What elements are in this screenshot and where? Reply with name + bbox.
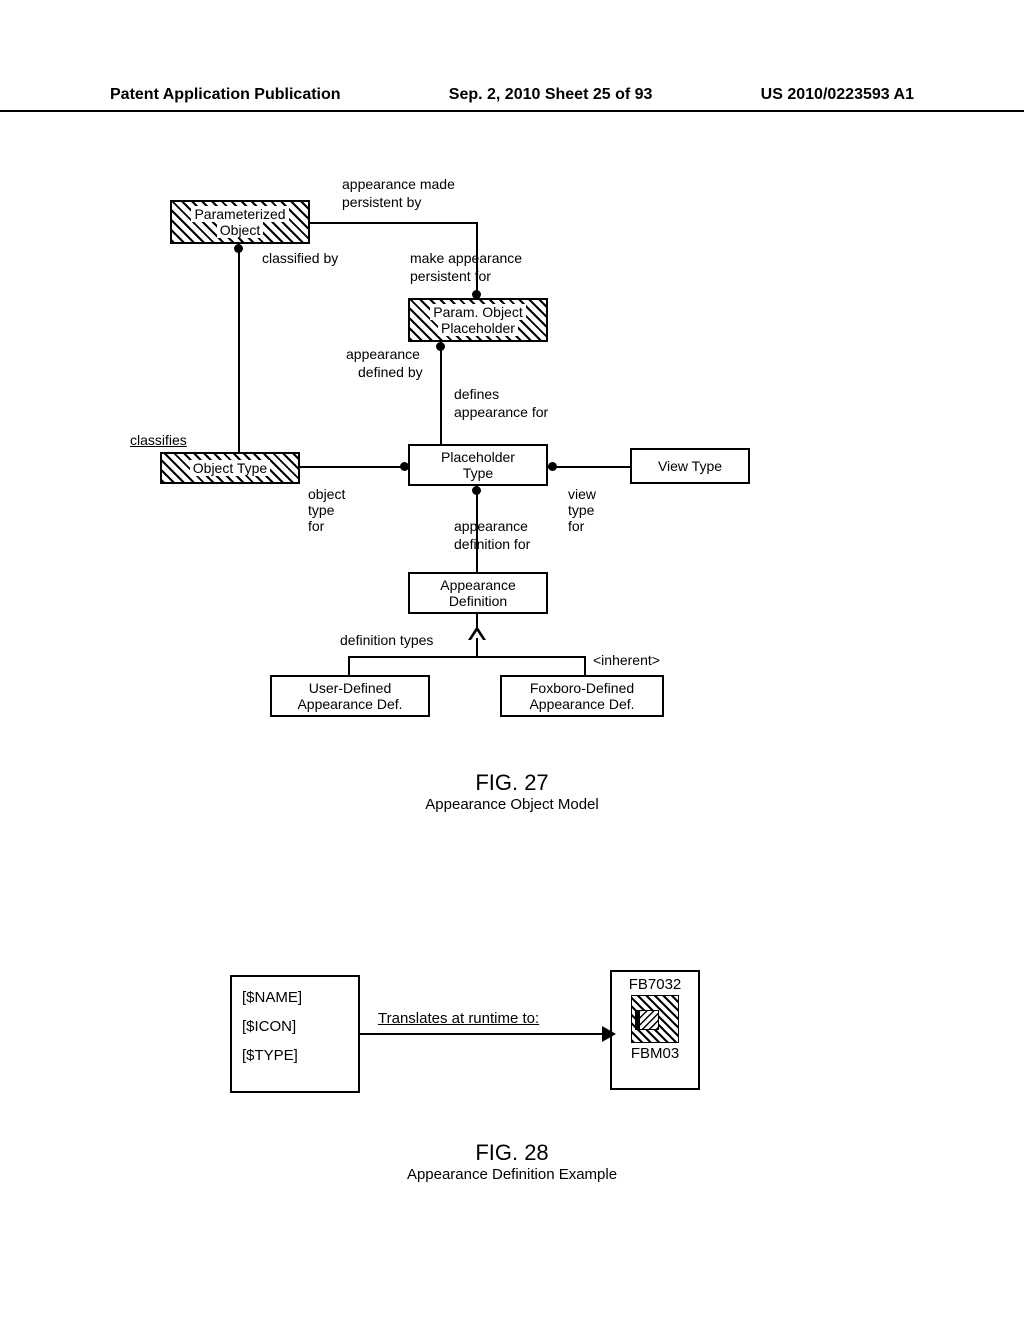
- connector-dot: [548, 462, 557, 471]
- placeholder-type: [$TYPE]: [242, 1047, 348, 1064]
- connector: [348, 656, 350, 675]
- placeholder-icon: [$ICON]: [242, 1018, 348, 1035]
- connector-dot: [436, 342, 445, 351]
- rendered-type: FBM03: [612, 1045, 698, 1062]
- text: Appearance: [440, 577, 516, 593]
- header-right: US 2010/0223593 A1: [761, 86, 914, 104]
- box-user-defined-def: User-Defined Appearance Def.: [270, 675, 430, 717]
- label-for2: for: [568, 518, 584, 534]
- connector: [310, 222, 478, 224]
- label-appearance2: appearance: [454, 518, 528, 534]
- text: Type: [463, 465, 493, 481]
- label-type2: type: [568, 502, 594, 518]
- fig27-title: Appearance Object Model: [0, 796, 1024, 813]
- text: Appearance Def.: [529, 696, 634, 712]
- label-definition-for: definition for: [454, 536, 530, 552]
- rendered-name: FB7032: [612, 976, 698, 993]
- box-foxboro-defined-def: Foxboro-Defined Appearance Def.: [500, 675, 664, 717]
- arrow-label: Translates at runtime to:: [378, 1010, 539, 1027]
- fig28-title: Appearance Definition Example: [0, 1166, 1024, 1183]
- label-object: object: [308, 486, 345, 502]
- text: Placeholder: [441, 449, 515, 465]
- fig28-left-box: [$NAME] [$ICON] [$TYPE]: [230, 975, 360, 1093]
- header-left: Patent Application Publication: [110, 86, 341, 104]
- text: Param. Object: [430, 304, 525, 320]
- text: Object Type: [190, 460, 270, 476]
- connector-dot: [472, 486, 481, 495]
- chip-icon: [631, 995, 679, 1043]
- connector: [548, 466, 630, 468]
- text: Definition: [449, 593, 507, 609]
- box-param-object-placeholder: Param. Object Placeholder: [408, 298, 548, 342]
- fig28-number: FIG. 28: [0, 1140, 1024, 1166]
- connector: [476, 638, 478, 656]
- fig27-number: FIG. 27: [0, 770, 1024, 796]
- box-view-type: View Type: [630, 448, 750, 484]
- text: User-Defined: [309, 680, 391, 696]
- connector: [476, 222, 478, 298]
- chip-bar-icon: [636, 1011, 640, 1029]
- connector: [300, 466, 408, 468]
- label-appearance-for: appearance for: [454, 404, 548, 420]
- label-defines: defines: [454, 386, 499, 402]
- label-for: for: [308, 518, 324, 534]
- header-center: Sep. 2, 2010 Sheet 25 of 93: [449, 86, 653, 104]
- connector: [348, 656, 586, 658]
- fig28-right-box: FB7032 FBM03: [610, 970, 700, 1090]
- connector: [440, 342, 442, 444]
- box-object-type: Object Type: [160, 452, 300, 484]
- label-view: view: [568, 486, 596, 502]
- text: Placeholder: [438, 320, 518, 336]
- text: Appearance Def.: [297, 696, 402, 712]
- fig28-diagram: [$NAME] [$ICON] [$TYPE] Translates at ru…: [230, 960, 790, 1130]
- connector: [238, 244, 240, 452]
- label-type: type: [308, 502, 334, 518]
- label-classified-by: classified by: [262, 250, 338, 266]
- box-parameterized-object: Parameterized Object: [170, 200, 310, 244]
- box-appearance-definition: Appearance Definition: [408, 572, 548, 614]
- text: View Type: [658, 458, 722, 474]
- text: Object: [217, 222, 263, 238]
- label-definition-types: definition types: [340, 632, 433, 648]
- page: Patent Application Publication Sep. 2, 2…: [0, 0, 1024, 1320]
- label-classifies: classifies: [130, 432, 187, 448]
- placeholder-name: [$NAME]: [242, 989, 348, 1006]
- connector: [476, 486, 478, 572]
- label-appearance-made: appearance made: [342, 176, 455, 192]
- label-appearance-defined-by-2: defined by: [358, 364, 423, 380]
- fig28-caption: FIG. 28 Appearance Definition Example: [0, 1140, 1024, 1183]
- arrow-line: [360, 1033, 607, 1035]
- connector-dot: [234, 244, 243, 253]
- text: Parameterized: [191, 206, 288, 222]
- connector-dot: [400, 462, 409, 471]
- box-placeholder-type: Placeholder Type: [408, 444, 548, 486]
- page-header: Patent Application Publication Sep. 2, 2…: [0, 86, 1024, 112]
- label-appearance-defined-by-1: appearance: [346, 346, 420, 362]
- fig27-caption: FIG. 27 Appearance Object Model: [0, 770, 1024, 813]
- label-persistent-by: persistent by: [342, 194, 421, 210]
- label-make-appearance: make appearance: [410, 250, 522, 266]
- connector: [584, 656, 586, 675]
- label-persistent-for: persistent for: [410, 268, 491, 284]
- connector-dot: [472, 290, 481, 299]
- fig27-diagram: Parameterized Object Param. Object Place…: [130, 170, 910, 750]
- label-inherent: <inherent>: [593, 652, 660, 668]
- text: Foxboro-Defined: [530, 680, 634, 696]
